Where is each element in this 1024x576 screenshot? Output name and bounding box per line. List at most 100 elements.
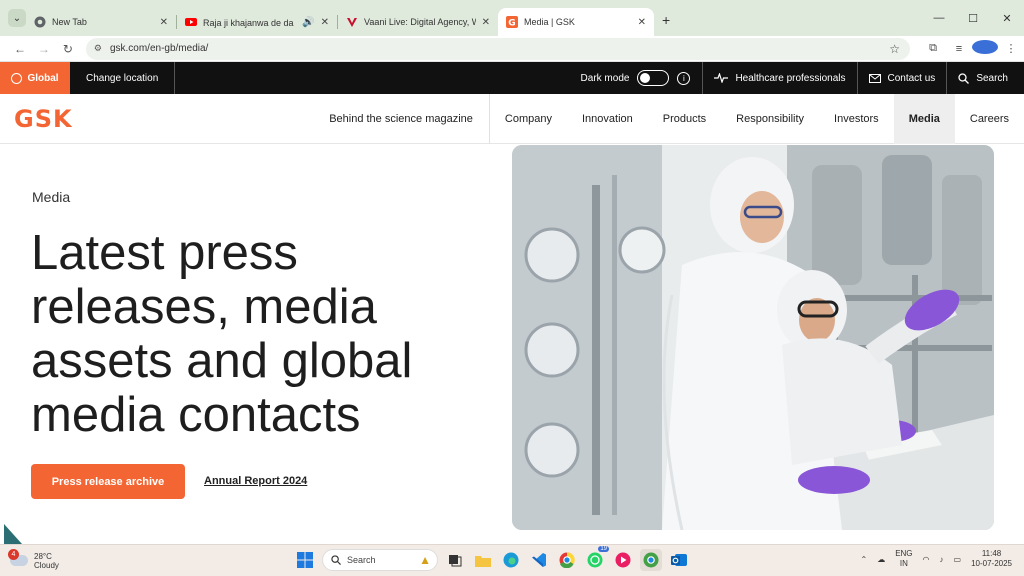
- clock[interactable]: 11:48 10-07-2025: [971, 549, 1012, 569]
- cloud-sync-icon[interactable]: ☁: [877, 555, 885, 564]
- clock-time: 11:48: [981, 549, 1002, 558]
- nav-careers[interactable]: Careers: [955, 94, 1024, 144]
- speaker-icon[interactable]: 🔊: [302, 17, 314, 28]
- close-icon[interactable]: ✕: [160, 17, 168, 28]
- language-indicator[interactable]: ENG IN: [895, 549, 912, 569]
- dark-mode-control: Dark mode i: [569, 62, 704, 94]
- profile-avatar[interactable]: [972, 40, 999, 57]
- battery-icon[interactable]: ▭: [954, 555, 962, 564]
- nav-products[interactable]: Products: [648, 94, 721, 144]
- url-text: gsk.com/en-gb/media/: [109, 43, 209, 54]
- taskbar-apps: Search ▲ 19: [294, 546, 690, 571]
- media-control-icon[interactable]: ≡: [946, 43, 972, 55]
- taskbar-search-box[interactable]: Search ▲: [322, 549, 438, 571]
- extensions-puzzle-icon[interactable]: ⧉: [920, 42, 946, 55]
- tab-title: Raja ji khajanwa de da | राज: [203, 17, 296, 28]
- gsk-logo[interactable]: GSK: [14, 105, 73, 133]
- tab-vaani[interactable]: Vaani Live: Digital Agency, Web ✕: [338, 8, 498, 36]
- close-icon[interactable]: ✕: [638, 17, 646, 28]
- weather-temp: 28°C: [34, 551, 52, 561]
- whatsapp-icon[interactable]: 19: [584, 546, 609, 571]
- language-secondary: IN: [899, 559, 908, 568]
- cloud-icon: 4: [8, 549, 28, 566]
- outlook-icon[interactable]: [668, 549, 690, 571]
- globe-icon: [11, 72, 23, 84]
- reload-icon[interactable]: ↻: [56, 42, 80, 56]
- task-view-icon[interactable]: [444, 549, 466, 571]
- close-icon[interactable]: ✕: [482, 17, 490, 28]
- minimize-icon[interactable]: —: [922, 12, 956, 24]
- close-window-icon[interactable]: ✕: [990, 12, 1024, 25]
- site-settings-icon[interactable]: ⚙: [94, 43, 102, 54]
- search-icon: [331, 555, 341, 565]
- whatsapp-badge: 19: [598, 546, 609, 552]
- chrome-profile-icon[interactable]: [640, 549, 662, 571]
- global-label: Global: [27, 72, 59, 84]
- utility-actions: Dark mode i Healthcare professionals Con…: [569, 62, 1024, 94]
- contact-us-link[interactable]: Contact us: [858, 62, 948, 94]
- gsk-icon: G: [506, 16, 518, 28]
- volume-icon[interactable]: ♪: [940, 555, 944, 564]
- search-link[interactable]: Search: [947, 62, 1024, 94]
- media-player-icon[interactable]: [612, 549, 634, 571]
- utility-bar: Global Change location Dark mode i Healt…: [0, 62, 1024, 94]
- chrome-icon: [34, 16, 46, 28]
- edge-browser-icon[interactable]: [500, 549, 522, 571]
- tab-gsk-media[interactable]: G Media | GSK ✕: [498, 8, 654, 36]
- more-menu-icon[interactable]: ⋮: [998, 42, 1024, 55]
- tab-title: Media | GSK: [524, 17, 575, 27]
- maximize-icon[interactable]: ☐: [956, 12, 990, 25]
- chevron-up-icon[interactable]: ⌃: [860, 555, 867, 564]
- vscode-icon[interactable]: [528, 549, 550, 571]
- address-bar: ← → ↻ ⚙ gsk.com/en-gb/media/ ☆ ⧉ ≡ ⋮: [0, 36, 1024, 62]
- browser-tab-strip: ⌄ New Tab ✕ Raja ji khajanwa de da | राज…: [0, 0, 1024, 36]
- window-controls: — ☐ ✕: [922, 0, 1024, 36]
- vaani-icon: [347, 18, 357, 27]
- nav-company[interactable]: Company: [490, 94, 567, 144]
- url-input[interactable]: ⚙ gsk.com/en-gb/media/ ☆: [85, 37, 911, 60]
- wifi-icon[interactable]: ◠: [923, 555, 930, 564]
- new-tab-plus-icon[interactable]: +: [662, 12, 670, 28]
- close-icon[interactable]: ✕: [321, 17, 329, 28]
- windows-start-icon[interactable]: [294, 549, 316, 571]
- page-eyebrow: Media: [32, 189, 71, 205]
- contact-label: Contact us: [887, 72, 936, 84]
- healthcare-professionals-link[interactable]: Healthcare professionals: [703, 62, 858, 94]
- youtube-icon: [185, 18, 197, 26]
- tab-new-tab[interactable]: New Tab ✕: [26, 8, 176, 36]
- press-release-archive-button[interactable]: Press release archive: [31, 464, 185, 499]
- nav-innovation[interactable]: Innovation: [567, 94, 648, 144]
- search-icon: [958, 72, 970, 84]
- bookmark-star-icon[interactable]: ☆: [889, 42, 900, 56]
- healthcare-label: Healthcare professionals: [735, 72, 846, 84]
- search-label: Search: [976, 72, 1008, 84]
- nav-responsibility[interactable]: Responsibility: [721, 94, 819, 144]
- global-location-button[interactable]: Global: [0, 62, 70, 94]
- page-title: Latest press releases, media assets and …: [31, 226, 413, 442]
- language-primary: ENG: [895, 549, 913, 558]
- annual-report-link[interactable]: Annual Report 2024: [204, 475, 307, 487]
- tab-youtube[interactable]: Raja ji khajanwa de da | राज 🔊 ✕: [177, 8, 337, 36]
- tab-search-button[interactable]: ⌄: [8, 9, 26, 27]
- nav-media[interactable]: Media: [893, 93, 955, 144]
- lab-scene-illustration: [512, 145, 994, 530]
- weather-desc: Cloudy: [34, 560, 59, 570]
- nav-behind-the-science[interactable]: Behind the science magazine: [314, 93, 490, 144]
- info-icon[interactable]: i: [677, 71, 691, 85]
- nav-investors[interactable]: Investors: [819, 94, 894, 144]
- svg-text:G: G: [508, 19, 515, 29]
- clock-date: 10-07-2025: [971, 559, 1012, 568]
- weather-widget[interactable]: 4 28°C Cloudy: [8, 549, 59, 570]
- forward-arrow-icon[interactable]: →: [32, 42, 56, 56]
- tab-title: New Tab: [52, 17, 87, 27]
- mail-icon: [868, 73, 881, 83]
- weather-badge: 4: [8, 549, 19, 560]
- back-arrow-icon[interactable]: ←: [8, 42, 32, 56]
- file-explorer-icon[interactable]: [472, 549, 494, 571]
- tab-title: Vaani Live: Digital Agency, Web: [364, 17, 476, 27]
- hero-lab-image: [512, 145, 994, 530]
- dark-mode-toggle[interactable]: [637, 70, 670, 86]
- chrome-icon[interactable]: [556, 549, 578, 571]
- search-highlight-icon: ▲: [419, 553, 431, 567]
- change-location-link[interactable]: Change location: [70, 62, 176, 94]
